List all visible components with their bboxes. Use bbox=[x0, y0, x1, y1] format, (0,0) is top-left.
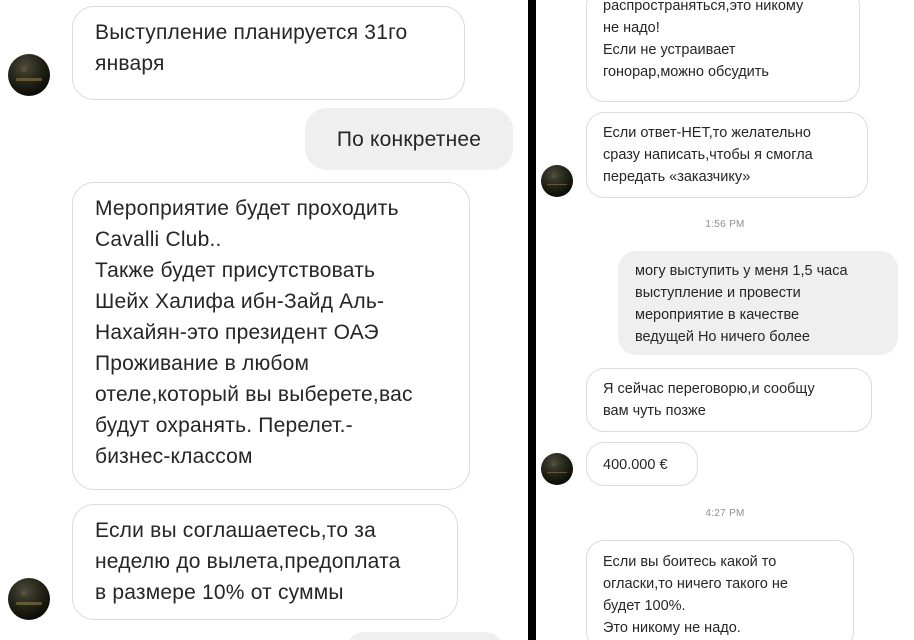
sender-avatar[interactable] bbox=[8, 54, 50, 96]
message-bubble[interactable]: Я сейчас переговорю,и сообщу вам чуть по… bbox=[586, 368, 872, 432]
timestamp: 1:56 PM bbox=[705, 219, 745, 230]
message-bubble[interactable]: распространяться,это никому не надо! Есл… bbox=[586, 0, 860, 102]
sent-message-bubble-partial[interactable] bbox=[345, 632, 505, 640]
message-bubble[interactable]: Если вы боитесь какой то огласки,то ниче… bbox=[586, 540, 854, 640]
sent-message-bubble[interactable]: По конкретнее bbox=[305, 108, 513, 170]
image-divider bbox=[528, 0, 536, 640]
sent-message-bubble[interactable]: могу выступить у меня 1,5 часа выступлен… bbox=[618, 251, 898, 355]
message-bubble[interactable]: Если вы соглашаетесь,то за неделю до выл… bbox=[72, 504, 458, 620]
left-chat-panel: Выступление планируется 31го января По к… bbox=[0, 0, 528, 640]
price-message-bubble[interactable]: 400.000 € bbox=[586, 442, 698, 486]
message-bubble[interactable]: Если ответ-НЕТ,то желательно сразу напис… bbox=[586, 112, 868, 198]
right-chat-panel: распространяться,это никому не надо! Есл… bbox=[536, 0, 914, 640]
sender-avatar[interactable] bbox=[8, 578, 50, 620]
message-bubble[interactable]: Выступление планируется 31го января bbox=[72, 6, 465, 100]
message-bubble[interactable]: Мероприятие будет проходить Cavalli Club… bbox=[72, 182, 470, 490]
sender-avatar[interactable] bbox=[541, 453, 573, 485]
sender-avatar[interactable] bbox=[541, 165, 573, 197]
timestamp: 4:27 PM bbox=[705, 508, 745, 519]
